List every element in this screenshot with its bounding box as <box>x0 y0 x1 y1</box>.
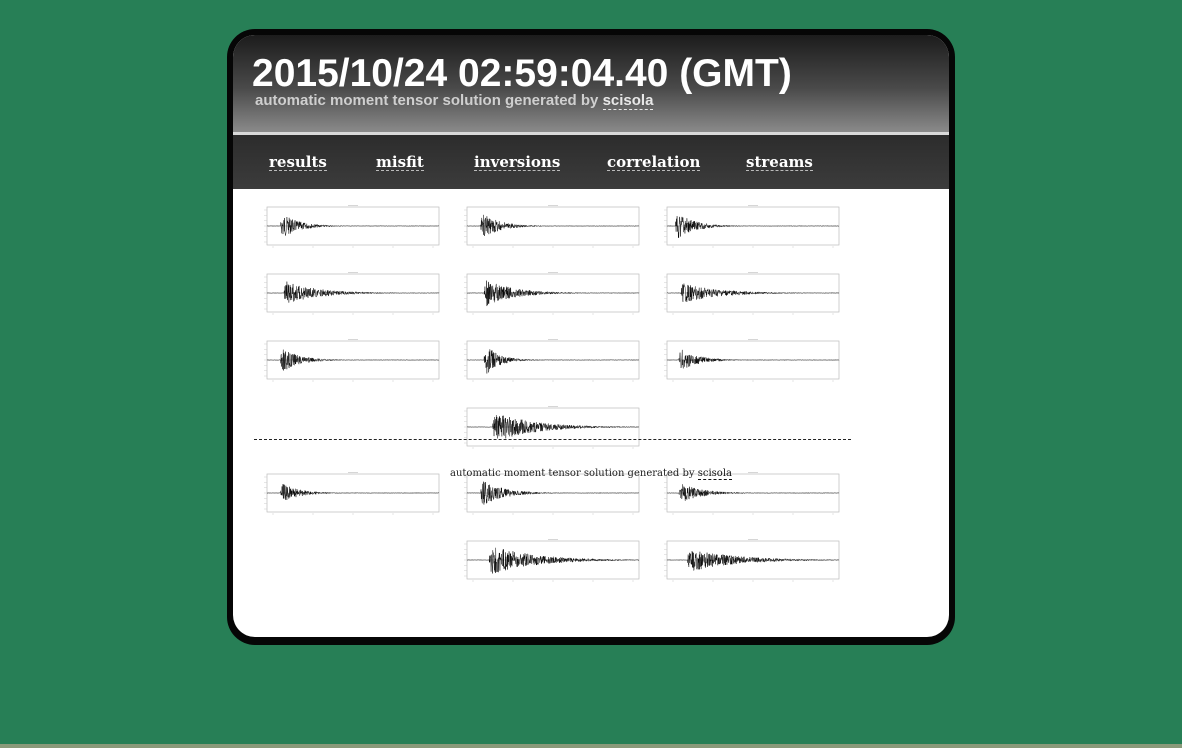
stream-plot <box>664 339 840 382</box>
stream-plot <box>264 339 440 382</box>
nav-streams[interactable]: streams <box>746 154 813 171</box>
waveform-trace <box>667 551 840 571</box>
page-frame: 2015/10/24 02:59:04.40 (GMT) automatic m… <box>227 29 955 645</box>
nav-misfit[interactable]: misfit <box>376 154 424 171</box>
waveform-trace <box>666 484 840 501</box>
nav-results[interactable]: results <box>269 154 327 171</box>
stream-plot <box>264 205 440 248</box>
header: 2015/10/24 02:59:04.40 (GMT) automatic m… <box>233 35 949 135</box>
stream-plot <box>664 539 840 582</box>
subtitle-text: automatic moment tensor solution generat… <box>255 92 603 109</box>
waveform-trace <box>466 415 640 439</box>
stream-plot <box>264 272 440 315</box>
scisola-link[interactable]: scisola <box>602 92 654 110</box>
waveform-trace <box>266 484 440 501</box>
bottom-bar <box>0 744 1182 748</box>
stream-plot <box>664 272 840 315</box>
waveform-trace <box>466 214 640 236</box>
footer-scisola-link[interactable]: scisola <box>697 468 732 480</box>
divider <box>254 439 851 440</box>
footer-text: automatic moment tensor solution generat… <box>450 468 698 479</box>
page-title: 2015/10/24 02:59:04.40 (GMT) <box>252 52 792 95</box>
waveform-trace <box>466 547 640 574</box>
waveform-trace <box>266 281 440 303</box>
waveform-trace <box>666 349 840 369</box>
stream-plot <box>664 205 840 248</box>
waveform-trace <box>466 349 640 374</box>
nav-inversions[interactable]: inversions <box>474 154 561 171</box>
stream-plot <box>464 339 640 382</box>
stream-plot <box>464 272 640 315</box>
waveform-trace <box>266 217 440 236</box>
stream-plot <box>464 406 640 449</box>
stream-plot <box>464 205 640 248</box>
stream-plots-grid <box>233 189 949 637</box>
page-subtitle: automatic moment tensor solution generat… <box>255 92 654 110</box>
waveform-trace <box>666 216 840 238</box>
stream-plot <box>464 539 640 582</box>
nav-correlation[interactable]: correlation <box>607 154 701 171</box>
waveform-trace <box>466 280 640 307</box>
nav-bar: results misfit inversions correlation st… <box>233 135 949 189</box>
footer: automatic moment tensor solution generat… <box>233 468 949 480</box>
page: 2015/10/24 02:59:04.40 (GMT) automatic m… <box>233 35 949 637</box>
